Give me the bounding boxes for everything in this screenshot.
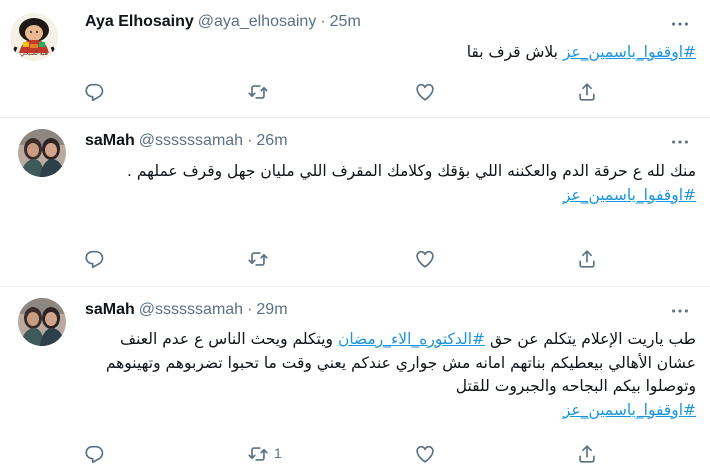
hashtag-link[interactable]: #اوقفوا_ياسمين_عز [563,401,696,419]
timestamp[interactable]: 25m [330,13,361,31]
heart-icon [414,81,436,103]
like-button[interactable] [413,442,437,466]
tweet-actions [0,80,710,104]
avatar-photo [18,298,66,346]
retweet-button[interactable]: 1 [246,442,282,466]
tweet-text-content: بلاش قرف بقا [466,43,558,61]
retweet-icon [247,443,269,465]
username[interactable]: @ssssssamah [139,132,243,150]
share-button[interactable] [575,247,599,271]
share-icon [576,443,598,465]
tweet-text: طب ياريت الإعلام يتكلم عن حق #الدكتوره_ا… [78,328,696,422]
reply-icon [83,443,105,465]
avatar[interactable]: هبه لصبحي [10,13,58,61]
separator-dot: · [247,301,253,318]
retweet-icon [247,81,269,103]
more-horizontal-icon [669,13,691,35]
retweet-count: 1 [274,445,282,461]
tweet[interactable]: هبه لصبحي Aya Elhosainy @aya_elhosainy ·… [0,0,710,118]
separator-dot: · [247,132,253,149]
display-name[interactable]: Aya Elhosainy [85,13,194,31]
separator-dot: · [320,13,326,30]
tweet-text-start: طب ياريت الإعلام يتكلم عن حق [485,330,696,348]
more-options-button[interactable] [668,12,692,36]
avatar-photo [18,129,66,177]
tweet[interactable]: saMah @ssssssamah · 26m منك لله ع حرقة ا… [0,118,710,287]
more-horizontal-icon [669,131,691,153]
tweet-header: Aya Elhosainy @aya_elhosainy · 25m [85,13,361,31]
reply-button[interactable] [82,442,106,466]
heart-icon [414,248,436,270]
tweet-feed: هبه لصبحي Aya Elhosainy @aya_elhosainy ·… [0,0,710,473]
reply-icon [83,248,105,270]
hashtag-link[interactable]: #اوقفوا_ياسمين_عز [563,186,696,204]
timestamp[interactable]: 29m [256,301,287,319]
tweet-actions [0,247,710,271]
display-name[interactable]: saMah [85,301,135,319]
tweet-actions: 1 [0,442,710,466]
tweet-header: saMah @ssssssamah · 29m [85,301,288,319]
avatar[interactable] [18,129,66,177]
reply-icon [83,81,105,103]
avatar-caption: هبه لصبحي [20,50,48,57]
like-button[interactable] [413,80,437,104]
retweet-button[interactable] [246,247,270,271]
share-icon [576,81,598,103]
tweet-text: منك لله ع حرقة الدم والعكننه اللي بؤقك و… [78,160,696,207]
more-options-button[interactable] [668,130,692,154]
avatar[interactable] [18,298,66,346]
reply-button[interactable] [82,247,106,271]
reply-button[interactable] [82,80,106,104]
retweet-icon [247,248,269,270]
hashtag-link[interactable]: #الدكتوره_الاء_رمضان [338,330,485,348]
username[interactable]: @aya_elhosainy [198,13,317,31]
display-name[interactable]: saMah [85,132,135,150]
more-options-button[interactable] [668,299,692,323]
share-icon [576,248,598,270]
share-button[interactable] [575,442,599,466]
tweet-text: #اوقفوا_ياسمين_عز بلاش قرف بقا [78,41,696,65]
tweet[interactable]: saMah @ssssssamah · 29m طب ياريت الإعلام… [0,287,710,473]
share-button[interactable] [575,80,599,104]
tweet-header: saMah @ssssssamah · 26m [85,132,288,150]
hashtag-link[interactable]: #اوقفوا_ياسمين_عز [563,43,696,61]
retweet-button[interactable] [246,80,270,104]
more-horizontal-icon [669,300,691,322]
timestamp[interactable]: 26m [256,132,287,150]
username[interactable]: @ssssssamah [139,301,243,319]
heart-icon [414,443,436,465]
tweet-text-content: منك لله ع حرقة الدم والعكننه اللي بؤقك و… [127,162,696,180]
like-button[interactable] [413,247,437,271]
